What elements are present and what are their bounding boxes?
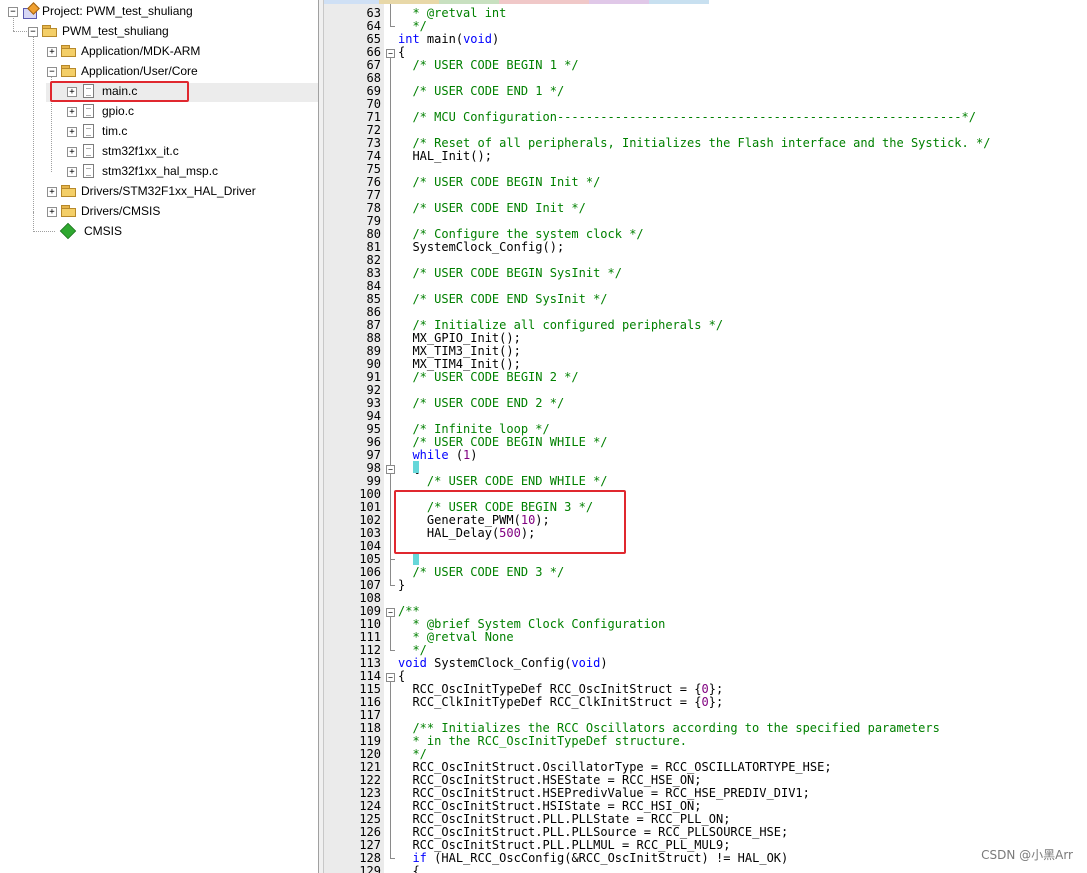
line-number: 129 xyxy=(359,864,381,873)
collapse-toggle[interactable]: − xyxy=(8,7,18,17)
tree-group-drivers-cmsis[interactable]: Drivers/CMSIS xyxy=(61,201,160,221)
c-file-icon xyxy=(83,104,94,118)
expand-toggle[interactable]: + xyxy=(47,207,57,217)
code-line[interactable]: /* USER CODE BEGIN 2 */ xyxy=(398,371,578,384)
folder-icon xyxy=(61,185,77,197)
fold-toggle[interactable]: − xyxy=(386,673,395,682)
c-file-icon xyxy=(83,164,94,178)
code-line[interactable]: } xyxy=(398,579,405,592)
tree-guide xyxy=(13,15,14,31)
code-line[interactable]: * in the RCC_OscInitTypeDef structure. xyxy=(398,735,687,748)
tree-file-hal-msp-c[interactable]: stm32f1xx_hal_msp.c xyxy=(81,161,218,181)
tree-file-tim-c[interactable]: tim.c xyxy=(81,121,127,141)
tree-component-cmsis[interactable]: CMSIS xyxy=(59,221,122,241)
tab-edge[interactable] xyxy=(649,0,709,4)
open-folder-icon xyxy=(61,65,77,77)
collapse-toggle[interactable]: − xyxy=(47,67,57,77)
code-line[interactable]: /* USER CODE BEGIN SysInit */ xyxy=(398,267,622,280)
collapse-toggle[interactable]: − xyxy=(28,27,38,37)
code-line[interactable]: /* USER CODE BEGIN Init */ xyxy=(398,176,600,189)
tree-file-stm32f1xx-it-c[interactable]: stm32f1xx_it.c xyxy=(81,141,179,161)
folder-icon xyxy=(61,45,77,57)
editor-tab-strip[interactable] xyxy=(324,0,1087,4)
code-line[interactable]: int main(void) xyxy=(398,33,499,46)
code-line[interactable]: /* USER CODE END 2 */ xyxy=(398,397,564,410)
tree-file-gpio-c[interactable]: gpio.c xyxy=(81,101,134,121)
brace-match-open xyxy=(413,461,419,473)
code-editor[interactable]: 63 * @retval int 64 */65 int main(void) 66{… xyxy=(324,0,1087,873)
code-line[interactable]: { xyxy=(398,865,419,873)
annotation-box-user-code-3 xyxy=(394,490,626,554)
tree-group-mdk-arm[interactable]: Application/MDK-ARM xyxy=(61,41,200,61)
c-file-icon xyxy=(83,144,94,158)
fold-line xyxy=(390,617,391,650)
code-line[interactable]: if (HAL_RCC_OscConfig(&RCC_OscInitStruct… xyxy=(398,852,788,865)
fold-end xyxy=(390,650,395,651)
fold-end xyxy=(390,26,395,27)
code-line[interactable]: SystemClock_Config(); xyxy=(398,241,564,254)
watermark: CSDN @小黑Arr xyxy=(981,848,1073,862)
expand-toggle[interactable]: + xyxy=(47,47,57,57)
tree-guide xyxy=(33,231,55,232)
fold-line xyxy=(390,682,391,858)
project-tree: − Project: PWM_test_shuliang − PWM_test_… xyxy=(0,0,318,873)
annotation-box-main-c xyxy=(50,81,189,102)
fold-toggle[interactable]: − xyxy=(386,608,395,617)
code-line[interactable]: /* USER CODE END 1 */ xyxy=(398,85,564,98)
expand-toggle[interactable]: + xyxy=(67,167,77,177)
code-line[interactable]: HAL_Init(); xyxy=(398,150,492,163)
code-line[interactable]: /* USER CODE END 3 */ xyxy=(398,566,564,579)
tab-edge[interactable] xyxy=(439,0,499,4)
code-line[interactable]: RCC_ClkInitTypeDef RCC_ClkInitStruct = {… xyxy=(398,696,723,709)
tree-root-project[interactable]: Project: PWM_test_shuliang xyxy=(22,1,193,21)
expand-toggle[interactable]: + xyxy=(67,107,77,117)
code-line[interactable]: /* USER CODE BEGIN 1 */ xyxy=(398,59,578,72)
brace-match-close xyxy=(413,553,419,565)
fold-end xyxy=(390,559,395,560)
code-line[interactable]: /* USER CODE END SysInit */ xyxy=(398,293,607,306)
fold-margin xyxy=(384,4,398,873)
fold-end xyxy=(390,858,395,859)
code-line[interactable]: /* USER CODE END Init */ xyxy=(398,202,585,215)
fold-toggle[interactable]: − xyxy=(386,465,395,474)
tree-group-user-core[interactable]: Application/User/Core xyxy=(61,61,198,81)
tree-guide xyxy=(33,212,34,232)
cmsis-diamond-icon xyxy=(59,222,77,240)
expand-toggle[interactable]: + xyxy=(47,187,57,197)
expand-toggle[interactable]: + xyxy=(67,127,77,137)
tree-guide xyxy=(33,35,34,212)
fold-end xyxy=(390,585,395,586)
folder-icon xyxy=(61,205,77,217)
fold-toggle[interactable]: − xyxy=(386,49,395,58)
fold-line xyxy=(390,4,391,26)
code-line[interactable]: /* USER CODE END WHILE */ xyxy=(398,475,608,488)
project-icon xyxy=(22,4,38,19)
tree-target[interactable]: PWM_test_shuliang xyxy=(42,21,169,41)
tree-group-hal-driver[interactable]: Drivers/STM32F1xx_HAL_Driver xyxy=(61,181,256,201)
code-line[interactable]: void SystemClock_Config(void) xyxy=(398,657,608,670)
code-line[interactable]: /* MCU Configuration--------------------… xyxy=(398,111,976,124)
fold-line xyxy=(390,474,391,559)
target-folder-icon xyxy=(42,25,58,37)
expand-toggle[interactable]: + xyxy=(67,147,77,157)
c-file-icon xyxy=(83,124,94,138)
tab-edge[interactable] xyxy=(499,0,589,4)
tab-edge[interactable] xyxy=(589,0,649,4)
